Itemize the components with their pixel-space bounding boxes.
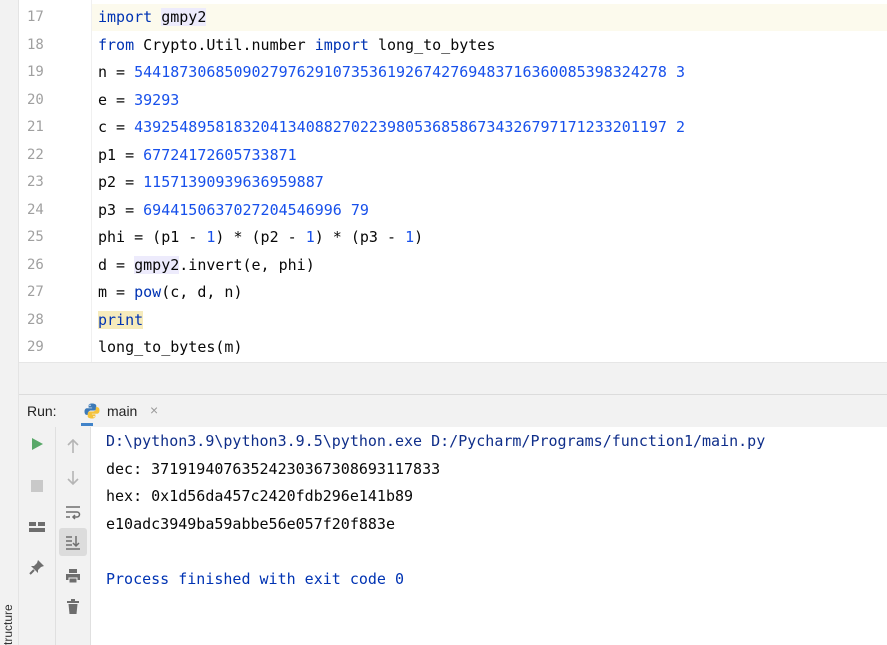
structure-side-panel[interactable]: tructure <box>0 0 19 645</box>
code-line[interactable]: e = 39293 <box>98 87 179 114</box>
code-line[interactable]: d = gmpy2.invert(e, phi) <box>98 252 315 279</box>
code-token: p3 = <box>98 200 144 219</box>
scroll-to-end-toggle[interactable] <box>59 528 87 556</box>
line-number-gutter: 17 18 19 20 21 22 23 24 25 26 27 28 29 <box>19 0 92 362</box>
line-number: 24 <box>27 201 44 218</box>
code-token: 6944150637027204546996 79 <box>143 200 369 219</box>
run-label: Run: <box>27 403 57 419</box>
run-tab-main[interactable]: main × <box>81 395 158 426</box>
code-editor[interactable]: 17 18 19 20 21 22 23 24 25 26 27 28 29 import gmpy2 f… <box>19 0 887 362</box>
console-line: e10adc3949ba59abbe56e057f20f883e <box>106 514 395 533</box>
console-line: hex: 0x1d56da457c2420fdb296e141b89 <box>106 487 414 505</box>
editor-splitter[interactable] <box>19 362 887 395</box>
code-line[interactable]: p1 = 67724172605733871 <box>98 142 297 169</box>
code-token: d = <box>98 255 135 274</box>
console-line: dec: 37191940763524230367308693117833 <box>106 459 441 478</box>
line-number: 21 <box>27 119 44 135</box>
code-token: pow <box>134 283 162 301</box>
code-token: 5441873068509027976291073536192674276948… <box>134 63 686 81</box>
code-token: long_to_bytes <box>368 35 496 54</box>
code-token: gmpy2 <box>161 8 207 26</box>
code-token: ) <box>414 228 424 246</box>
line-number: 29 <box>27 339 44 355</box>
stop-icon[interactable] <box>25 474 49 498</box>
line-number: 27 <box>27 284 44 300</box>
code-token: import <box>98 8 153 26</box>
code-line[interactable]: phi = (p1 - 1) * (p2 - 1) * (p3 - 1) <box>98 224 423 251</box>
python-icon <box>84 403 100 419</box>
layout-icon[interactable] <box>25 515 49 539</box>
code-line[interactable]: import gmpy2 <box>98 4 207 31</box>
up-arrow-icon[interactable] <box>61 434 85 458</box>
down-arrow-icon[interactable] <box>61 466 85 490</box>
code-token: (c, d, n) <box>161 283 243 301</box>
code-token: n = <box>98 63 135 81</box>
code-line[interactable]: print <box>98 307 144 334</box>
line-number: 28 <box>27 311 44 328</box>
code-token: 4392548958183204134088270223980536858673… <box>134 118 686 136</box>
code-token: 11571390939636959887 <box>143 173 324 191</box>
code-line[interactable]: p2 = 11571390939636959887 <box>98 169 324 196</box>
code-token: p2 = <box>98 173 144 191</box>
code-line[interactable]: m = pow(c, d, n) <box>98 279 243 306</box>
run-icon[interactable] <box>25 432 49 456</box>
line-number: 19 <box>27 64 44 80</box>
code-token: gmpy2 <box>134 255 180 274</box>
code-token: 39293 <box>134 90 180 109</box>
code-token: 67724172605733871 <box>143 145 297 164</box>
code-token: print <box>98 310 144 329</box>
line-number: 23 <box>27 174 44 190</box>
code-line[interactable]: n = 544187306850902797629107353619267427… <box>98 59 685 86</box>
code-line[interactable]: from Crypto.Util.number import long_to_b… <box>98 32 495 59</box>
run-toolbar-primary <box>19 427 56 645</box>
line-number: 25 <box>27 229 44 245</box>
code-token: ) * (p2 - <box>215 228 306 246</box>
code-token: c = <box>98 118 135 136</box>
console-line: Process finished with exit code 0 <box>106 569 405 588</box>
print-icon[interactable] <box>61 564 85 588</box>
code-token: phi = (p1 - <box>98 228 207 246</box>
scroll-to-end-icon <box>61 530 85 554</box>
code-token: from <box>98 35 135 54</box>
soft-wrap-icon[interactable] <box>61 500 85 524</box>
run-tab-title: main <box>107 403 138 419</box>
code-line[interactable]: p3 = 6944150637027204546996 79 <box>98 197 369 224</box>
run-toolbar-secondary <box>56 427 91 645</box>
console-output[interactable]: D:\python3.9\python3.9.5\python.exe D:/P… <box>91 427 887 645</box>
code-token: ) * (p3 - <box>314 228 406 246</box>
code-token: .invert(e, phi) <box>179 255 315 274</box>
code-token: Crypto.Util.number <box>134 35 315 54</box>
run-tool-window-header: Run: main × <box>19 394 887 428</box>
active-tab-indicator <box>81 423 93 426</box>
code-token: 1 <box>405 228 415 246</box>
line-number: 18 <box>27 36 44 53</box>
code-token: 1 <box>305 228 315 246</box>
line-number: 22 <box>27 146 44 163</box>
structure-tab-label[interactable]: tructure <box>1 604 15 645</box>
line-number: 26 <box>27 256 44 273</box>
line-number: 20 <box>27 91 44 108</box>
pin-icon[interactable] <box>25 555 49 579</box>
code-line[interactable]: c = 439254895818320413408827022398053685… <box>98 114 685 141</box>
code-token: p1 = <box>98 145 144 164</box>
code-token: m = <box>98 283 135 301</box>
close-icon[interactable]: × <box>150 402 158 418</box>
console-line: D:\python3.9\python3.9.5\python.exe D:/P… <box>106 432 766 450</box>
code-token: import <box>314 35 369 54</box>
code-token: long_to_bytes(m) <box>98 338 243 356</box>
code-token: e = <box>98 90 135 109</box>
code-line[interactable]: long_to_bytes(m) <box>98 334 243 361</box>
trash-icon[interactable] <box>61 595 85 619</box>
line-number: 17 <box>27 9 44 25</box>
